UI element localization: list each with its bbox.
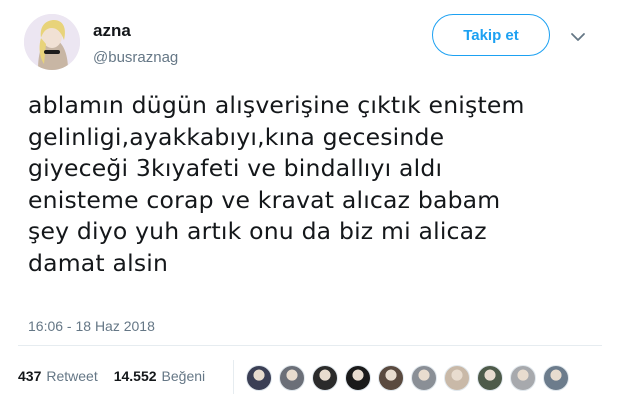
follow-button[interactable]: Takip et [432, 14, 550, 56]
liker-avatar-7[interactable] [444, 365, 470, 391]
tweet-text-line: enisteme corap ve kravat alıcaz babam [28, 185, 501, 214]
display-name[interactable]: azna [93, 21, 131, 41]
tweet-text-line: gelinligi,ayakkabıyı,kına gecesinde [28, 122, 445, 151]
liker-avatar-8[interactable] [477, 365, 503, 391]
liker-avatar-6[interactable] [411, 365, 437, 391]
like-count[interactable]: 14.552 [114, 368, 157, 384]
tweet-text-line: şey diyo yuh artık onu da biz mi alicaz [28, 217, 487, 245]
liker-avatars [246, 365, 576, 391]
liker-avatar-9[interactable] [510, 365, 536, 391]
tweet-text-line: giyeceği 3kıyafeti ve bindallıyı aldı [28, 154, 443, 182]
liker-avatar-5[interactable] [378, 365, 404, 391]
like-label[interactable]: Beğeni [162, 368, 206, 384]
liker-avatar-10[interactable] [543, 365, 569, 391]
divider [18, 345, 602, 346]
retweet-count[interactable]: 437 [18, 368, 41, 384]
liker-avatar-3[interactable] [312, 365, 338, 391]
tweet-timestamp[interactable]: 16:06 - 18 Haz 2018 [28, 318, 155, 334]
retweet-label[interactable]: Retweet [46, 368, 97, 384]
tweet-text-line: damat alsin [28, 248, 169, 277]
liker-avatar-1[interactable] [246, 365, 272, 391]
avatar[interactable] [24, 14, 80, 70]
tweet-card: azna @busraznag Takip et ablamın dügün a… [0, 0, 620, 414]
user-handle[interactable]: @busraznag [93, 49, 178, 66]
divider [233, 360, 234, 394]
chevron-down-icon[interactable] [570, 30, 586, 42]
liker-avatar-4[interactable] [345, 365, 371, 391]
liker-avatar-2[interactable] [279, 365, 305, 391]
tweet-text-line: ablamın dügün alışverişine çıktık enişte… [28, 91, 525, 119]
tweet-text: ablamın dügün alışverişine çıktık enişte… [28, 90, 608, 279]
tweet-stats: 437 Retweet 14.552 Beğeni [18, 368, 221, 384]
